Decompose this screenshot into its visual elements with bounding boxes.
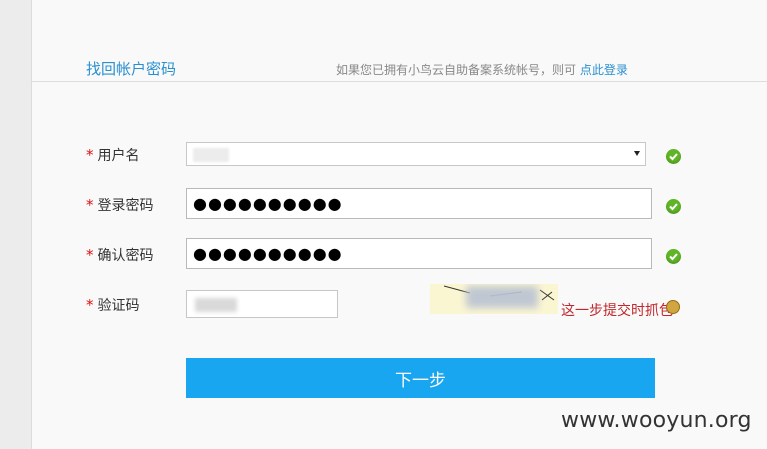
required-mark: * xyxy=(86,146,94,164)
confirm-password-label: * 确认密码 xyxy=(86,245,154,265)
password-value: ●●●●●●●●●● xyxy=(193,194,343,213)
login-hint-text: 如果您已拥有小鸟云自助备案系统帐号，则可 xyxy=(336,63,577,77)
password-input[interactable]: ●●●●●●●●●● xyxy=(186,188,652,219)
login-hint: 如果您已拥有小鸟云自助备案系统帐号，则可 点此登录 xyxy=(336,61,628,78)
redacted-captcha-value xyxy=(195,298,237,312)
captcha-label-text: 验证码 xyxy=(97,298,140,314)
login-link[interactable]: 点此登录 xyxy=(580,63,628,77)
watermark: www.wooyun.org xyxy=(561,408,752,433)
username-label: * 用户名 xyxy=(86,145,140,165)
confirm-password-value: ●●●●●●●●●● xyxy=(193,244,343,263)
header-divider xyxy=(31,81,767,82)
captcha-image[interactable] xyxy=(430,284,558,314)
password-label-text: 登录密码 xyxy=(97,198,154,214)
check-icon xyxy=(666,249,681,264)
check-icon xyxy=(666,149,681,164)
redacted-username xyxy=(193,148,229,162)
captcha-input[interactable] xyxy=(186,290,338,318)
username-label-text: 用户名 xyxy=(97,148,140,164)
refresh-icon[interactable] xyxy=(666,300,680,314)
captcha-label: * 验证码 xyxy=(86,295,140,315)
annotation-note: 这一步提交时抓包 xyxy=(561,303,673,319)
check-icon xyxy=(666,199,681,214)
page-title: 找回帐户密码 xyxy=(86,60,177,78)
username-select[interactable] xyxy=(186,142,646,166)
confirm-label-text: 确认密码 xyxy=(97,248,154,264)
password-label: * 登录密码 xyxy=(86,195,154,215)
dropdown-arrow-icon[interactable] xyxy=(634,151,640,156)
next-step-button[interactable]: 下一步 xyxy=(186,358,655,398)
required-mark: * xyxy=(86,196,94,214)
required-mark: * xyxy=(86,246,94,264)
required-mark: * xyxy=(86,296,94,314)
redacted-captcha-image xyxy=(466,286,538,308)
confirm-password-input[interactable]: ●●●●●●●●●● xyxy=(186,238,652,269)
